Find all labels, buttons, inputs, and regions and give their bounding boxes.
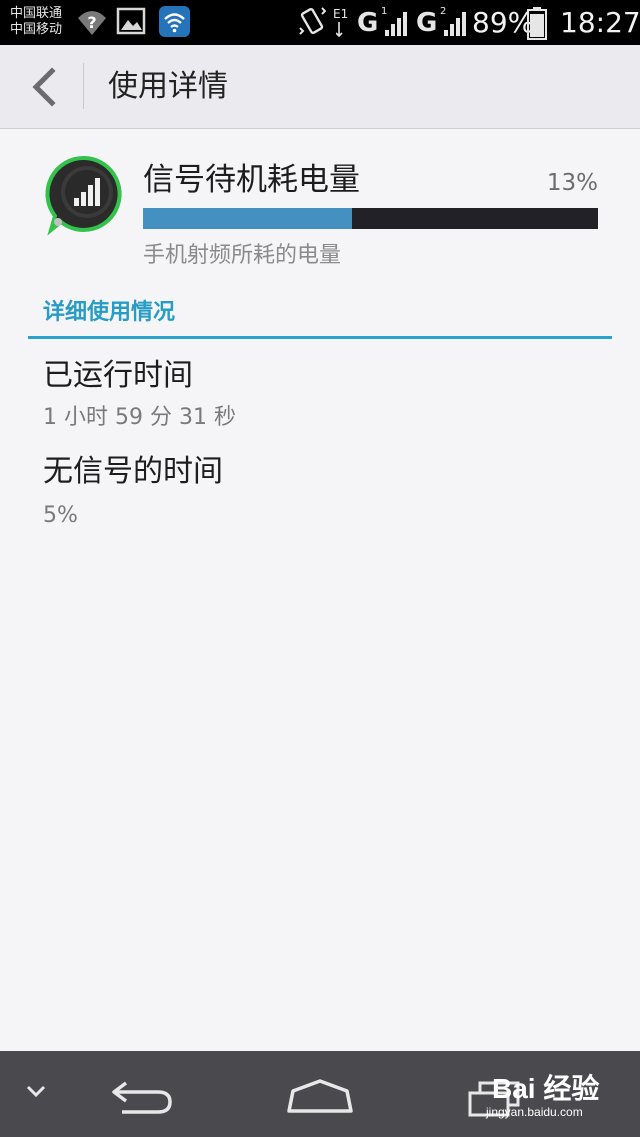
battery-icon	[527, 7, 547, 40]
data-indicator: E1	[333, 7, 349, 21]
clock: 18:27	[560, 6, 640, 39]
gallery-notification-icon	[116, 7, 146, 35]
section-divider	[28, 336, 612, 339]
battery-percent: 89%	[472, 6, 535, 39]
app-usage-percent: 13%	[546, 170, 598, 196]
data-activity-icon	[336, 22, 343, 38]
back-nav-button[interactable]	[108, 1077, 176, 1117]
watermark-url: jingyan.baidu.com	[486, 1105, 583, 1119]
vibrate-icon	[299, 7, 326, 35]
back-button[interactable]	[18, 63, 68, 111]
hide-nav-button[interactable]	[22, 1081, 50, 1103]
detail-value-runtime: 1 小时 59 分 31 秒	[43, 405, 236, 430]
app-description: 手机射频所耗的电量	[143, 243, 342, 268]
svg-text:?: ?	[87, 13, 96, 32]
app-name: 信号待机耗电量	[143, 162, 360, 198]
watermark-logo: Bai 经验	[492, 1073, 600, 1104]
signal-app-icon	[45, 155, 122, 236]
status-bar: 中国联通 中国移动 ? E1 G 1 G 2 89% 18:27	[0, 0, 640, 45]
usage-progress-bar	[143, 208, 598, 229]
detail-label-runtime: 已运行时间	[43, 358, 193, 393]
carrier-1: 中国联通	[10, 6, 63, 21]
carrier-2: 中国移动	[10, 22, 63, 37]
wifi-app-icon	[159, 6, 190, 37]
baidu-jingyan-watermark: Bai 经验 jingyan.baidu.com	[472, 1063, 612, 1125]
detail-label-no-signal: 无信号的时间	[43, 454, 223, 489]
action-bar: 使用详情	[0, 45, 640, 129]
chevron-left-icon	[32, 67, 56, 107]
section-header: 详细使用情况	[43, 300, 176, 325]
carrier-labels: 中国联通 中国移动	[10, 6, 62, 38]
wifi-no-internet-icon: ?	[78, 11, 106, 35]
home-nav-button[interactable]	[285, 1077, 355, 1115]
action-bar-divider	[83, 63, 84, 109]
sim2-signal-icon	[444, 12, 466, 36]
detail-value-no-signal: 5%	[43, 503, 78, 528]
sim1-signal-icon	[385, 12, 407, 36]
page-title: 使用详情	[108, 69, 228, 104]
usage-progress-fill	[143, 208, 353, 229]
